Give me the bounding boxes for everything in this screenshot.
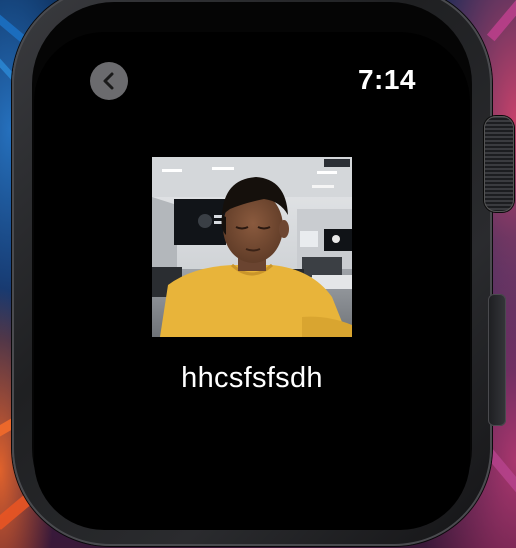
photo-image [152, 157, 352, 337]
side-button[interactable] [488, 294, 506, 426]
back-button[interactable] [90, 62, 128, 100]
captured-photo [152, 157, 352, 337]
watch-screen: 7:14 hhcsfsfsdh [34, 32, 470, 530]
wallpaper-stripe [486, 0, 516, 42]
photo-caption: hhcsfsfsdh [181, 362, 323, 394]
digital-crown[interactable] [484, 116, 514, 212]
desktop-background: 7:14 hhcsfsfsdh [0, 0, 516, 548]
chevron-left-icon [103, 72, 114, 90]
clock-time: 7:14 [357, 64, 416, 95]
